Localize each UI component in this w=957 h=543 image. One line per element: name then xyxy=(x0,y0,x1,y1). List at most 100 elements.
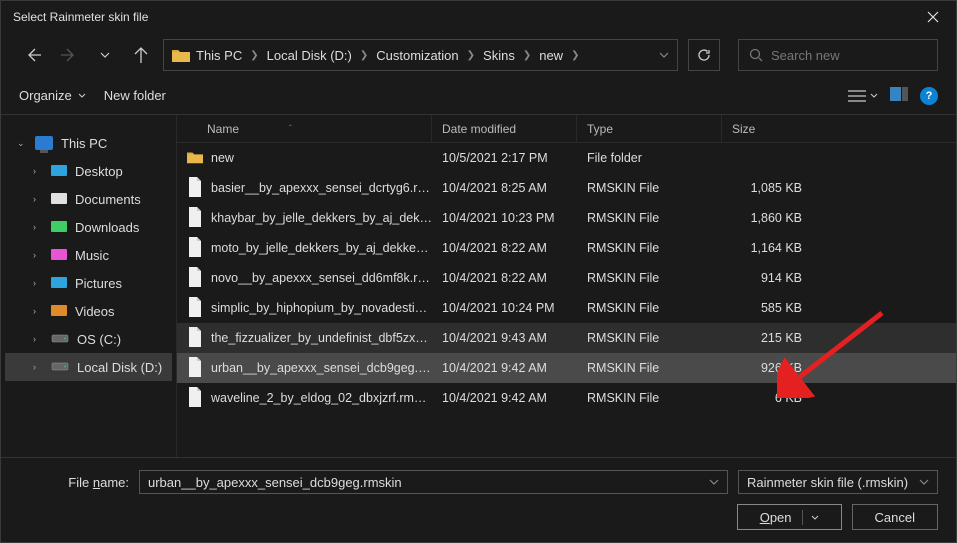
file-icon xyxy=(187,327,203,350)
item-icon xyxy=(51,275,67,292)
tree-item[interactable]: › Documents xyxy=(5,185,172,213)
file-type: RMSKIN File xyxy=(577,331,722,345)
item-icon xyxy=(51,163,67,180)
file-size: 1,860 KB xyxy=(722,211,822,225)
window-title: Select Rainmeter skin file xyxy=(13,10,148,24)
breadcrumb-item[interactable]: Customization xyxy=(376,48,458,63)
item-icon xyxy=(51,247,67,264)
search-input[interactable]: Search new xyxy=(738,39,938,71)
list-view-icon xyxy=(848,89,866,103)
chevron-right-icon: › xyxy=(33,194,43,204)
column-size[interactable]: Size xyxy=(722,115,822,142)
preview-pane-button[interactable] xyxy=(890,87,908,104)
chevron-down-icon: ⌄ xyxy=(17,138,27,149)
main-area: ⌄ This PC › Desktop › Documents › Downlo… xyxy=(1,115,956,458)
tree-item[interactable]: › Local Disk (D:) xyxy=(5,353,172,381)
toolbar: Organize New folder ? xyxy=(1,77,956,115)
file-name: khaybar_by_jelle_dekkers_by_aj_dekkers_.… xyxy=(211,211,432,225)
file-icon xyxy=(187,177,203,200)
chevron-right-icon: › xyxy=(33,166,43,176)
preview-pane-icon xyxy=(890,87,908,101)
tree-this-pc[interactable]: ⌄ This PC xyxy=(5,129,172,157)
filetype-select[interactable]: Rainmeter skin file (.rmskin) xyxy=(738,470,938,494)
file-row[interactable]: waveline_2_by_eldog_02_dbxjzrf.rmskin 10… xyxy=(177,383,956,413)
breadcrumb-item[interactable]: Skins xyxy=(483,48,515,63)
nav-tree: ⌄ This PC › Desktop › Documents › Downlo… xyxy=(1,115,176,457)
breadcrumb-item[interactable]: new xyxy=(539,48,563,63)
file-row[interactable]: simplic_by_hiphopium_by_novadestin_d... … xyxy=(177,293,956,323)
folder-icon xyxy=(187,147,203,170)
file-date: 10/4/2021 8:25 AM xyxy=(432,181,577,195)
file-date: 10/5/2021 2:17 PM xyxy=(432,151,577,165)
filename-label: File name: xyxy=(19,475,129,490)
file-icon xyxy=(187,387,203,410)
file-row[interactable]: khaybar_by_jelle_dekkers_by_aj_dekkers_.… xyxy=(177,203,956,233)
chevron-right-icon: ❯ xyxy=(571,50,579,61)
file-row[interactable]: novo__by_apexxx_sensei_dd6mf8k.rmskin 10… xyxy=(177,263,956,293)
file-row[interactable]: basier__by_apexxx_sensei_dcrtyg6.rmskin … xyxy=(177,173,956,203)
view-mode-button[interactable] xyxy=(848,89,878,103)
chevron-right-icon: ❯ xyxy=(467,50,475,61)
tree-item[interactable]: › OS (C:) xyxy=(5,325,172,353)
forward-button[interactable] xyxy=(55,41,83,69)
column-date[interactable]: Date modified xyxy=(432,115,577,142)
chevron-down-icon xyxy=(919,477,929,487)
bottom-panel: File name: urban__by_apexxx_sensei_dcb9g… xyxy=(1,458,956,542)
breadcrumb-item[interactable]: Local Disk (D:) xyxy=(267,48,352,63)
breadcrumb-item[interactable]: This PC xyxy=(196,48,242,63)
filename-input[interactable]: urban__by_apexxx_sensei_dcb9geg.rmskin xyxy=(139,470,728,494)
new-folder-button[interactable]: New folder xyxy=(104,88,166,103)
chevron-right-icon: › xyxy=(33,362,43,372)
file-icon xyxy=(187,297,203,320)
file-size: 215 KB xyxy=(722,331,822,345)
refresh-button[interactable] xyxy=(688,39,720,71)
file-row[interactable]: urban__by_apexxx_sensei_dcb9geg.rmskin 1… xyxy=(177,353,956,383)
file-icon xyxy=(187,357,203,380)
column-type[interactable]: Type xyxy=(577,115,722,142)
item-icon xyxy=(51,359,69,376)
chevron-right-icon: › xyxy=(33,334,43,344)
open-dropdown[interactable] xyxy=(802,510,819,525)
file-icon xyxy=(187,237,203,260)
help-button[interactable]: ? xyxy=(920,87,938,105)
file-date: 10/4/2021 8:22 AM xyxy=(432,241,577,255)
arrow-right-icon xyxy=(61,47,77,63)
file-name: waveline_2_by_eldog_02_dbxjzrf.rmskin xyxy=(211,391,432,405)
file-size: 6 KB xyxy=(722,391,822,405)
address-bar[interactable]: This PC ❯ Local Disk (D:) ❯ Customizatio… xyxy=(163,39,678,71)
item-icon xyxy=(51,191,67,208)
chevron-right-icon: › xyxy=(33,278,43,288)
file-row[interactable]: new 10/5/2021 2:17 PM File folder xyxy=(177,143,956,173)
file-name: urban__by_apexxx_sensei_dcb9geg.rmskin xyxy=(211,361,432,375)
close-button[interactable] xyxy=(910,1,956,33)
chevron-right-icon: › xyxy=(33,306,43,316)
search-placeholder: Search new xyxy=(771,48,840,63)
back-button[interactable] xyxy=(19,41,47,69)
address-dropdown[interactable] xyxy=(659,48,669,63)
chevron-down-icon xyxy=(78,92,86,100)
up-button[interactable] xyxy=(127,41,155,69)
tree-item-label: Pictures xyxy=(75,276,122,291)
file-row[interactable]: the_fizzualizer_by_undefinist_dbf5zxb.rm… xyxy=(177,323,956,353)
recent-dropdown[interactable] xyxy=(91,41,119,69)
file-type: RMSKIN File xyxy=(577,241,722,255)
tree-item-label: Documents xyxy=(75,192,141,207)
column-name[interactable]: Nameˆ xyxy=(177,115,432,142)
tree-item[interactable]: › Desktop xyxy=(5,157,172,185)
tree-item[interactable]: › Music xyxy=(5,241,172,269)
tree-item[interactable]: › Pictures xyxy=(5,269,172,297)
file-name: new xyxy=(211,151,234,165)
chevron-right-icon: › xyxy=(33,222,43,232)
chevron-right-icon: ❯ xyxy=(360,50,368,61)
file-row[interactable]: moto_by_jelle_dekkers_by_aj_dekkers_de..… xyxy=(177,233,956,263)
tree-item[interactable]: › Downloads xyxy=(5,213,172,241)
file-name: novo__by_apexxx_sensei_dd6mf8k.rmskin xyxy=(211,271,432,285)
file-name: the_fizzualizer_by_undefinist_dbf5zxb.rm… xyxy=(211,331,432,345)
file-type: File folder xyxy=(577,151,722,165)
cancel-button[interactable]: Cancel xyxy=(852,504,938,530)
organize-menu[interactable]: Organize xyxy=(19,88,86,103)
tree-item[interactable]: › Videos xyxy=(5,297,172,325)
file-type: RMSKIN File xyxy=(577,361,722,375)
open-button[interactable]: Open xyxy=(737,504,842,530)
close-icon xyxy=(927,11,939,23)
